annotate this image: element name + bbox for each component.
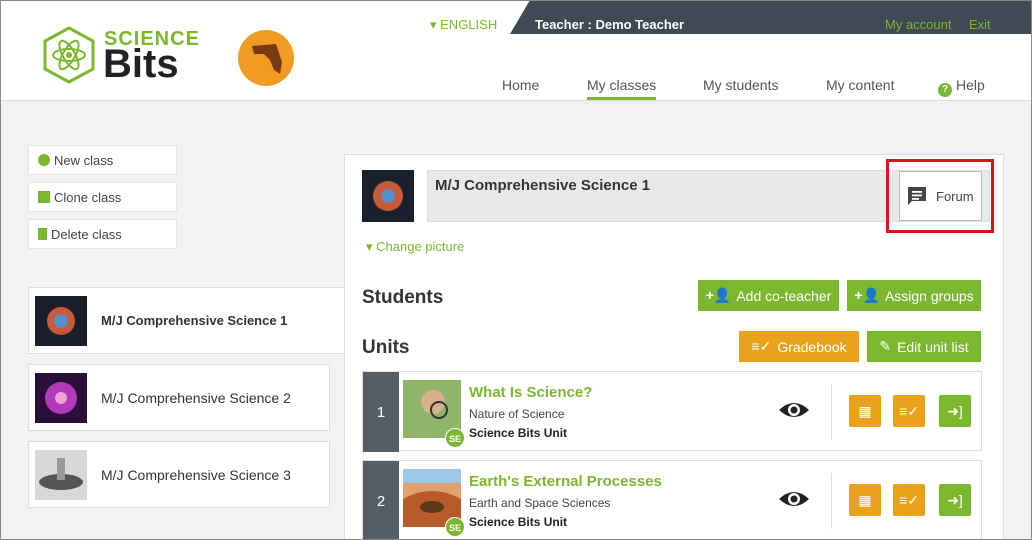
grade-list-icon[interactable]: ≡✓ xyxy=(893,395,925,427)
gradebook-label: Gradebook xyxy=(777,338,847,355)
assign-groups-label: Assign groups xyxy=(884,287,974,304)
atom-logo-icon xyxy=(43,26,95,84)
change-picture-label: Change picture xyxy=(376,239,465,254)
unit-row[interactable]: 1 SE What Is Science? Nature of Science … xyxy=(362,371,982,452)
calendar-icon[interactable]: ▦ xyxy=(849,395,881,427)
change-picture-link[interactable]: ▾ Change picture xyxy=(366,239,464,255)
delete-class-label: Delete class xyxy=(51,226,122,242)
class-2-thumbnail xyxy=(35,372,87,423)
se-badge: SE xyxy=(445,517,465,537)
se-badge: SE xyxy=(445,428,465,448)
teacher-name: Teacher : Demo Teacher xyxy=(535,17,685,32)
unit-title[interactable]: What Is Science? xyxy=(469,384,592,401)
divider xyxy=(831,473,832,529)
plus-circle-icon xyxy=(38,154,50,166)
unit-title[interactable]: Earth's External Processes xyxy=(469,473,662,490)
clone-class-button[interactable]: Clone class xyxy=(28,182,177,212)
help-circle-icon: ? xyxy=(938,83,952,97)
class-1-thumbnail xyxy=(35,295,87,346)
unit-number: 2 xyxy=(363,461,399,540)
units-heading: Units xyxy=(362,337,410,358)
clone-class-label: Clone class xyxy=(54,189,122,205)
unit-row[interactable]: 2 SE Earth's External Processes Earth an… xyxy=(362,460,982,540)
add-group-icon: +👤 xyxy=(854,287,880,303)
add-co-teacher-button[interactable]: +👤 Add co-teacher xyxy=(698,280,839,311)
class-card-2[interactable]: M/J Comprehensive Science 2 xyxy=(28,364,330,431)
class-3-thumbnail xyxy=(35,449,87,500)
nav-home[interactable]: Home xyxy=(502,77,539,93)
class-card-3[interactable]: M/J Comprehensive Science 3 xyxy=(28,441,330,508)
header: ▾ ENGLISH Teacher : Demo Teacher My acco… xyxy=(0,0,1032,101)
forum-button[interactable]: Forum xyxy=(899,171,982,221)
class-3-name: M/J Comprehensive Science 3 xyxy=(101,466,291,483)
my-account-link[interactable]: My account xyxy=(885,17,951,32)
unit-number: 1 xyxy=(363,372,399,452)
add-person-icon: +👤 xyxy=(705,287,732,303)
class-1-name: M/J Comprehensive Science 1 xyxy=(101,313,288,328)
top-bar-notch xyxy=(510,0,530,34)
class-picture xyxy=(362,170,414,222)
edit-icon: ✎ xyxy=(879,338,892,354)
eye-icon[interactable] xyxy=(778,400,810,420)
students-heading: Students xyxy=(362,287,444,308)
add-co-teacher-label: Add co-teacher xyxy=(736,287,832,304)
class-title: M/J Comprehensive Science 1 xyxy=(435,177,651,194)
nav-help[interactable]: ? Help xyxy=(938,77,985,97)
unit-subtitle: Earth and Space Sciences xyxy=(469,496,611,510)
gradebook-button[interactable]: ≡✓ Gradebook xyxy=(739,331,859,362)
grade-list-icon[interactable]: ≡✓ xyxy=(893,484,925,516)
edit-unit-list-button[interactable]: ✎ Edit unit list xyxy=(867,331,981,362)
forum-label: Forum xyxy=(936,188,974,204)
assign-groups-button[interactable]: +👤 Assign groups xyxy=(847,280,981,311)
class-card-1[interactable]: M/J Comprehensive Science 1 xyxy=(28,287,348,354)
nav-my-classes[interactable]: My classes xyxy=(587,77,657,100)
unit-subtitle: Nature of Science xyxy=(469,407,565,421)
logo-text-bits: Bits xyxy=(103,42,179,86)
trash-icon xyxy=(38,228,47,240)
unit-type: Science Bits Unit xyxy=(469,515,568,529)
eye-icon[interactable] xyxy=(778,489,810,509)
florida-state-icon xyxy=(238,30,294,86)
nav-my-students[interactable]: My students xyxy=(703,77,778,93)
calendar-icon[interactable]: ▦ xyxy=(849,484,881,516)
enter-icon[interactable]: ➜] xyxy=(939,395,971,427)
new-class-button[interactable]: New class xyxy=(28,145,177,175)
class-2-name: M/J Comprehensive Science 2 xyxy=(101,389,291,406)
delete-class-button[interactable]: Delete class xyxy=(28,219,177,249)
nav-my-content[interactable]: My content xyxy=(826,77,894,93)
enter-icon[interactable]: ➜] xyxy=(939,484,971,516)
edit-unit-list-label: Edit unit list xyxy=(897,338,969,355)
unit-type: Science Bits Unit xyxy=(469,426,568,440)
gradebook-icon: ≡✓ xyxy=(751,338,772,354)
nav-help-label: Help xyxy=(956,77,985,93)
language-selector[interactable]: ▾ ENGLISH xyxy=(430,17,497,33)
new-class-label: New class xyxy=(54,152,114,168)
clone-icon xyxy=(38,191,50,203)
divider xyxy=(831,384,832,440)
forum-chat-icon xyxy=(908,187,926,205)
exit-link[interactable]: Exit xyxy=(969,17,991,32)
